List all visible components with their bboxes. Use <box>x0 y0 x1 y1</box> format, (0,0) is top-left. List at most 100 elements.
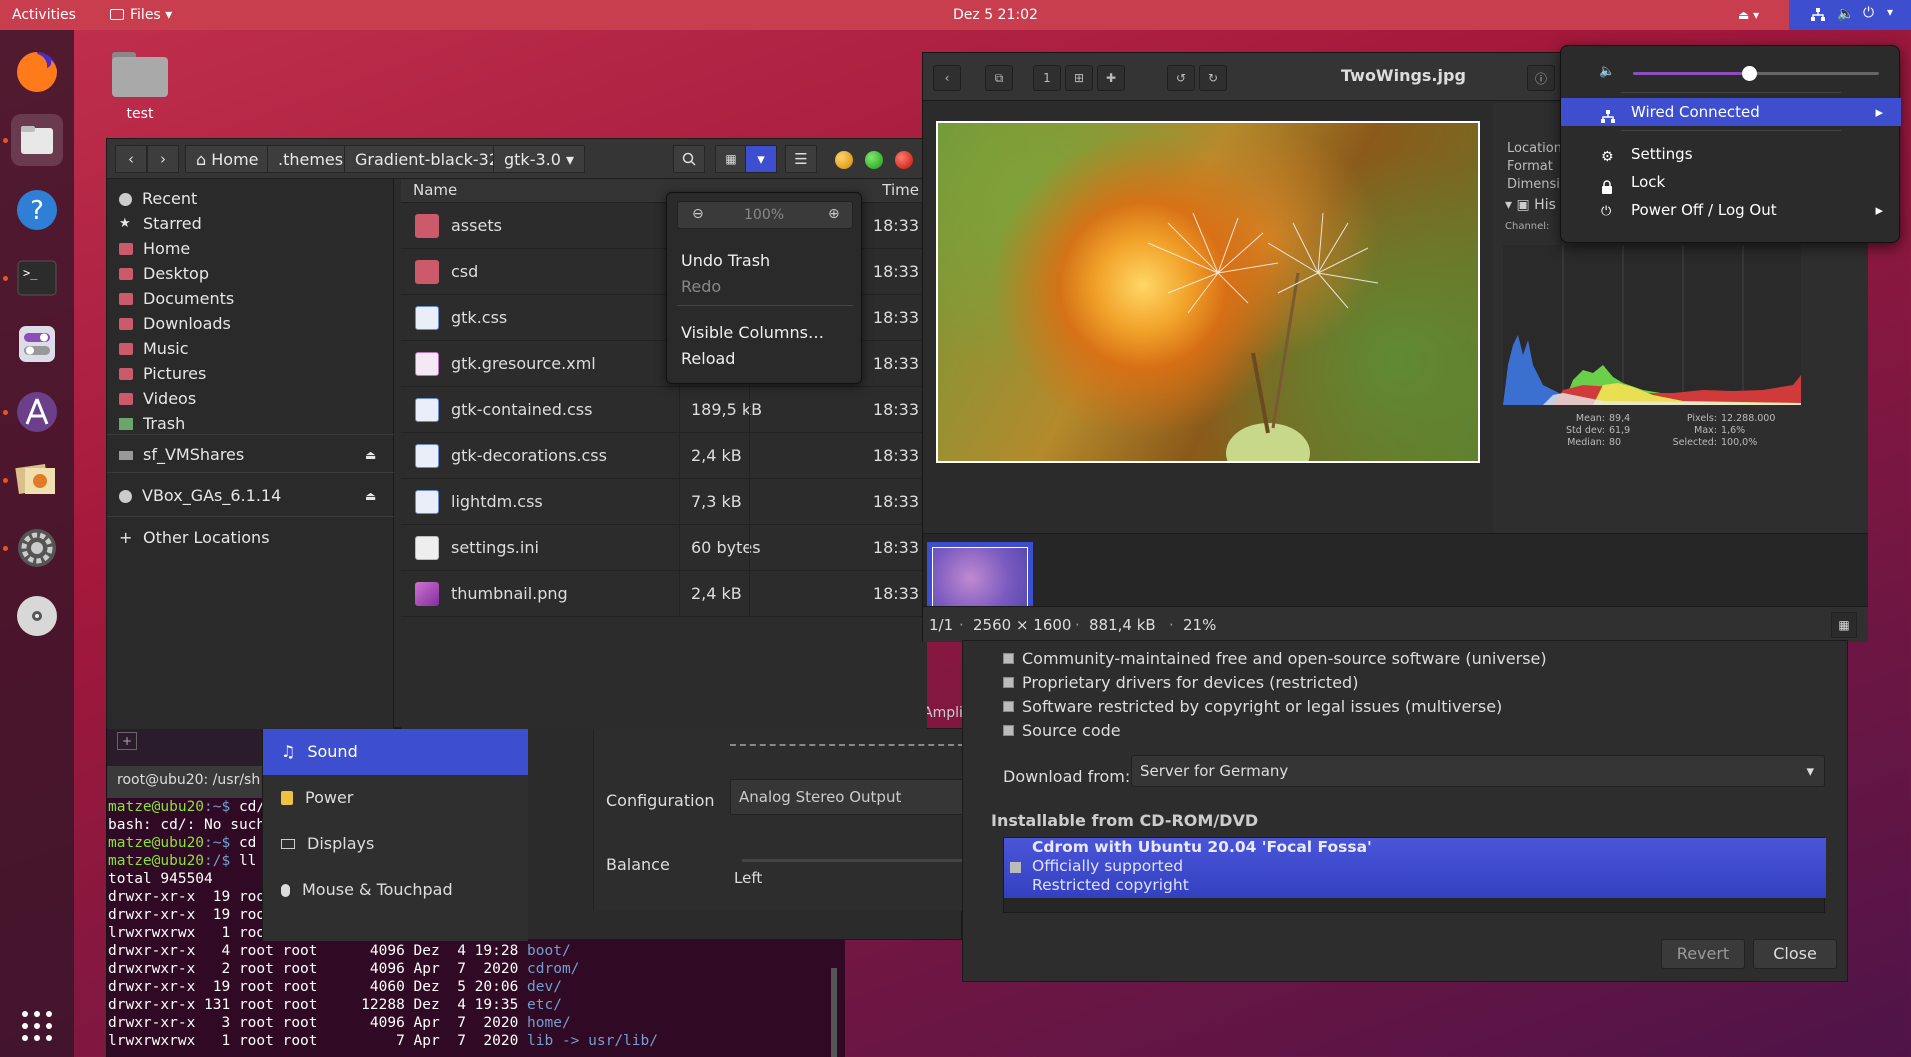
wired-connected-item[interactable]: Wired Connected ▸ <box>1561 98 1901 126</box>
view-expand-button[interactable]: ✚ <box>1097 65 1125 91</box>
sidebar-item-home[interactable]: Home <box>119 237 190 261</box>
terminal-icon[interactable]: >_ <box>11 252 63 304</box>
cdrom-checkbox[interactable] <box>1010 862 1021 873</box>
redo-item[interactable]: Redo <box>681 277 721 296</box>
settings-item-power[interactable]: Power <box>263 775 528 821</box>
back-button[interactable]: ‹ <box>115 145 147 173</box>
lock-item[interactable]: Lock <box>1561 168 1901 196</box>
column-name[interactable]: Name <box>413 181 457 199</box>
sidebar-item-documents[interactable]: Documents <box>119 287 234 311</box>
breadcrumb-themes[interactable]: .themes <box>267 145 355 173</box>
breadcrumb-home[interactable]: ⌂ Home <box>185 145 270 173</box>
software-source-checkbox[interactable]: Source code <box>1003 721 1121 740</box>
sidebar-item-desktop[interactable]: Desktop <box>119 262 209 286</box>
file-row[interactable]: lightdm.css 7,3 kB 18:33 <box>401 479 927 525</box>
tweaks-icon[interactable] <box>11 318 63 370</box>
reload-item[interactable]: Reload <box>681 349 735 368</box>
terminal-scrollbar[interactable] <box>831 968 837 1057</box>
power-off-item[interactable]: ⏻ Power Off / Log Out ▸ <box>1561 196 1901 224</box>
volume-slider-knob[interactable] <box>1741 66 1757 81</box>
thumbnail-selected[interactable] <box>927 542 1033 614</box>
view-single-button[interactable]: 1 <box>1033 65 1061 91</box>
eject-icon[interactable]: ⏏ <box>365 484 376 508</box>
files-icon[interactable] <box>11 114 63 166</box>
search-button[interactable] <box>673 145 705 173</box>
settings-item-displays[interactable]: Displays <box>263 821 528 867</box>
view-fit-button[interactable]: ⊞ <box>1065 65 1093 91</box>
settings-label: Settings <box>1631 145 1693 163</box>
balance-slider[interactable] <box>742 859 964 862</box>
configuration-select[interactable]: Analog Stereo Output <box>730 779 964 815</box>
terminal-tab[interactable]: root@ubu20: /usr/sh <box>107 766 267 798</box>
eject-icon[interactable]: ⏏ ▾ <box>1738 0 1759 30</box>
minimize-button[interactable] <box>835 151 853 169</box>
rotate-right-button[interactable]: ↻ <box>1199 65 1227 91</box>
viewer-back-button[interactable]: ‹ <box>933 65 961 91</box>
rotate-left-button[interactable]: ↺ <box>1167 65 1195 91</box>
sidebar-item-starred[interactable]: ★ Starred <box>119 212 202 236</box>
help-icon[interactable]: ? <box>11 184 63 236</box>
clock[interactable]: Dez 5 21:02 <box>953 0 1038 30</box>
sidebar-item-label: Trash <box>143 414 186 433</box>
software-source-checkbox[interactable]: Proprietary drivers for devices (restric… <box>1003 673 1358 692</box>
download-server-select[interactable]: Server for Germany ▾ <box>1131 755 1825 787</box>
checkbox-icon[interactable] <box>1003 653 1014 664</box>
sidebar-item-vbox-gas-6-1-14[interactable]: VBox_GAs_6.1.14 ⏏ <box>119 484 389 508</box>
breadcrumb-gtk[interactable]: gtk-3.0 ▾ <box>493 145 586 173</box>
file-row[interactable]: gtk-decorations.css 2,4 kB 18:33 <box>401 433 927 479</box>
checkbox-icon[interactable] <box>1003 701 1014 712</box>
settings-icon[interactable] <box>11 522 63 574</box>
sidebar-item-videos[interactable]: Videos <box>119 387 196 411</box>
new-tab-icon[interactable]: + <box>117 732 137 750</box>
photo[interactable] <box>936 121 1480 463</box>
sidebar-item-recent[interactable]: Recent <box>119 187 197 211</box>
disc-icon[interactable] <box>11 590 63 642</box>
settings-item-mouse[interactable]: Mouse & Touchpad <box>263 867 528 913</box>
column-time[interactable]: Time <box>882 181 919 199</box>
system-status-button[interactable]: 🔈 ⏻ ▾ <box>1789 0 1911 30</box>
activities-button[interactable]: Activities <box>12 0 76 30</box>
firefox-icon[interactable] <box>11 46 63 98</box>
folder-icon <box>112 52 168 97</box>
photos-icon[interactable] <box>11 454 63 506</box>
settings-item[interactable]: ⚙ Settings <box>1561 140 1901 168</box>
zoom-in-icon[interactable]: ⊕ <box>828 206 840 222</box>
software-icon[interactable] <box>11 386 63 438</box>
maximize-button[interactable] <box>865 151 883 169</box>
file-row[interactable]: thumbnail.png 2,4 kB 18:33 <box>401 571 927 617</box>
checkbox-icon[interactable] <box>1003 725 1014 736</box>
sidebar-item-trash[interactable]: Trash <box>119 412 185 436</box>
app-grid-icon[interactable] <box>11 1000 63 1052</box>
eject-icon[interactable]: ⏏ <box>365 443 376 467</box>
close-button[interactable]: Close <box>1753 939 1837 969</box>
settings-item-sound[interactable]: ♫ Sound <box>263 729 528 775</box>
zoom-out-icon[interactable]: ⊖ <box>692 206 704 222</box>
file-row[interactable]: gtk-contained.css 189,5 kB 18:33 <box>401 387 927 433</box>
desktop-folder[interactable]: test <box>110 48 170 122</box>
volume-slider[interactable] <box>1633 66 1879 81</box>
sidebar-item-sf-vmshares[interactable]: sf_VMShares ⏏ <box>119 443 389 467</box>
sidebar-item-other-locations[interactable]: + Other Locations <box>119 526 270 550</box>
software-source-checkbox[interactable]: Software restricted by copyright or lega… <box>1003 697 1502 716</box>
cdrom-item[interactable]: Cdrom with Ubuntu 20.04 'Focal Fossa' Of… <box>1004 838 1826 898</box>
checkbox-icon[interactable] <box>1003 677 1014 688</box>
close-button[interactable] <box>895 151 913 169</box>
forward-button[interactable]: › <box>147 145 179 173</box>
revert-button[interactable]: Revert <box>1661 939 1745 969</box>
app-menu[interactable]: Files ▾ <box>110 0 172 30</box>
sidebar-item-music[interactable]: Music <box>119 337 189 361</box>
histogram-toggle[interactable]: ▾ ▣ His <box>1505 197 1556 213</box>
thumbnails-toggle[interactable]: ▦ <box>1831 612 1857 638</box>
menu-button[interactable]: ☰ <box>785 145 817 173</box>
undo-trash-item[interactable]: Undo Trash <box>681 251 770 270</box>
visible-columns-item[interactable]: Visible Columns… <box>681 323 824 342</box>
file-row[interactable]: settings.ini 60 bytes 18:33 <box>401 525 927 571</box>
sidebar-item-downloads[interactable]: Downloads <box>119 312 231 336</box>
gallery-button[interactable]: ⧉ <box>985 65 1013 91</box>
software-source-checkbox[interactable]: Community-maintained free and open-sourc… <box>1003 649 1547 668</box>
info-button[interactable]: ⓘ <box>1527 65 1555 91</box>
grid-view-button[interactable]: ▦ <box>715 145 747 173</box>
view-options-button[interactable]: ▾ <box>745 145 777 173</box>
zoom-level[interactable]: 100% <box>744 207 784 223</box>
sidebar-item-pictures[interactable]: Pictures <box>119 362 206 386</box>
